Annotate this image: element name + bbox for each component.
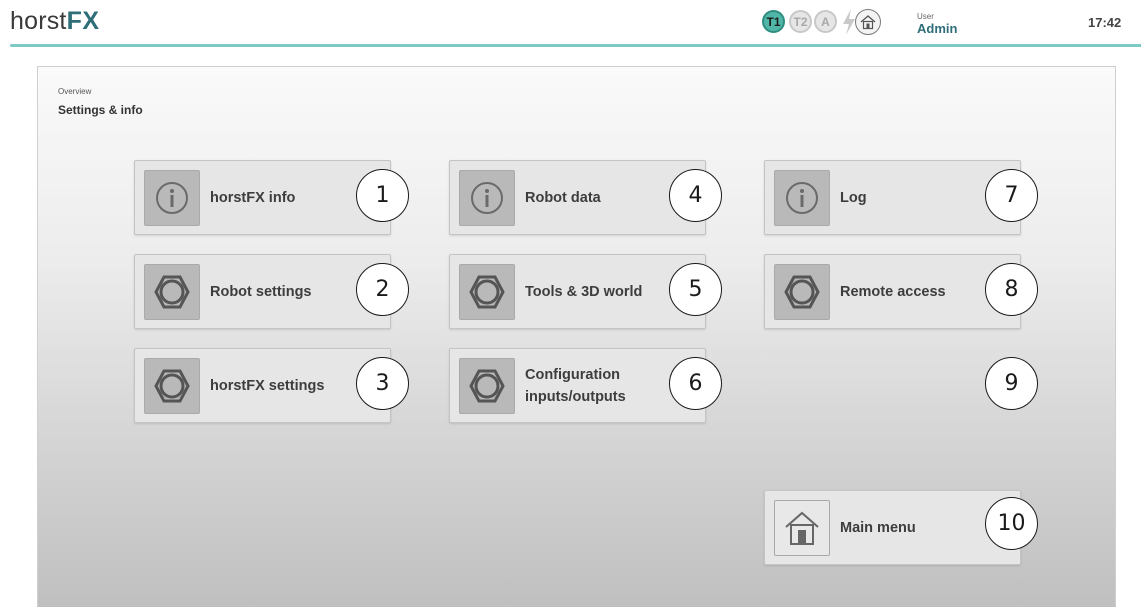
page-title: Settings & info: [58, 103, 143, 117]
gear-icon: [459, 263, 515, 320]
tile-label: Remote access: [840, 283, 946, 300]
tile-label: Robot data: [525, 189, 601, 206]
main-menu-button[interactable]: Main menu: [764, 490, 1021, 565]
breadcrumb-parent: Overview: [58, 87, 92, 96]
top-bar: horstFX T1 T2 A User Admin 17:42: [0, 0, 1141, 44]
gear-icon: [459, 357, 515, 414]
tile-label: horstFX settings: [210, 377, 325, 394]
info-icon: [774, 169, 830, 226]
gear-icon: [144, 357, 200, 414]
callout-5: 5: [669, 263, 722, 316]
callout-8: 8: [985, 263, 1038, 316]
home-icon: [860, 15, 876, 30]
callout-9: 9: [985, 357, 1038, 410]
info-icon: [459, 169, 515, 226]
header-divider: [10, 44, 1141, 47]
horstfx-settings-button[interactable]: horstFX settings: [134, 348, 391, 423]
robot-settings-button[interactable]: Robot settings: [134, 254, 391, 329]
callout-6: 6: [669, 357, 722, 410]
robot-data-button[interactable]: Robot data: [449, 160, 706, 235]
info-icon: [144, 169, 200, 226]
home-button[interactable]: [855, 9, 881, 35]
horstfx-info-button[interactable]: horstFX info: [134, 160, 391, 235]
remote-access-button[interactable]: Remote access: [764, 254, 1021, 329]
gear-icon: [774, 263, 830, 320]
app-logo: horstFX: [10, 7, 100, 35]
callout-1: 1: [356, 169, 409, 222]
callout-7: 7: [985, 169, 1038, 222]
tile-label: horstFX info: [210, 189, 296, 206]
gear-icon: [144, 263, 200, 320]
tile-label: Main menu: [840, 519, 916, 536]
mode-auto-button[interactable]: A: [814, 10, 837, 33]
callout-10: 10: [985, 497, 1038, 550]
tile-label: Log: [840, 189, 867, 206]
home-icon: [774, 499, 830, 556]
callout-3: 3: [356, 357, 409, 410]
tile-label: Configuration inputs/outputs: [525, 366, 626, 405]
tile-label: Tools & 3D world: [525, 283, 643, 300]
callout-4: 4: [669, 169, 722, 222]
tools-3d-world-button[interactable]: Tools & 3D world: [449, 254, 706, 329]
user-name: Admin: [917, 21, 958, 36]
configuration-io-button[interactable]: Configuration inputs/outputs: [449, 348, 706, 423]
mode-t1-button[interactable]: T1: [762, 10, 785, 33]
callout-2: 2: [356, 263, 409, 316]
clock: 17:42: [1088, 15, 1122, 30]
tile-label: Robot settings: [210, 283, 312, 300]
log-button[interactable]: Log: [764, 160, 1021, 235]
user-label: User: [917, 12, 934, 21]
mode-t2-button[interactable]: T2: [789, 10, 812, 33]
